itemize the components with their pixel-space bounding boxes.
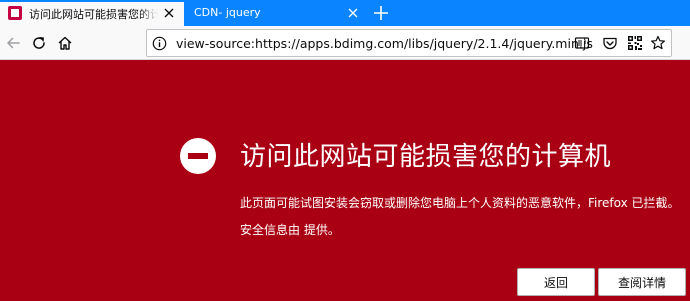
tab-strip: 访问此网站可能损害您的计算机 CDN- jquery <box>0 0 690 26</box>
tab-title: CDN- jquery <box>194 6 261 19</box>
new-tab-icon[interactable] <box>370 2 392 24</box>
qr-code-icon[interactable] <box>627 35 643 51</box>
stop-icon <box>180 138 216 174</box>
url-text[interactable]: view-source:https://apps.bdimg.com/libs/… <box>176 36 593 51</box>
go-back-button[interactable]: 返回 <box>517 268 595 296</box>
tab-title: 访问此网站可能损害您的计算机 <box>29 8 158 21</box>
tab-cdn-jquery[interactable]: CDN- jquery <box>184 0 368 26</box>
error-title: 访问此网站可能损害您的计算机 <box>240 142 612 172</box>
navigation-toolbar: view-source:https://apps.bdimg.com/libs/… <box>0 26 690 60</box>
info-icon[interactable] <box>152 36 167 51</box>
close-icon[interactable] <box>162 6 176 20</box>
see-details-button[interactable]: 查阅详情 <box>598 268 686 296</box>
close-icon[interactable] <box>346 6 360 20</box>
back-icon[interactable] <box>4 34 22 52</box>
pocket-icon[interactable] <box>602 35 618 51</box>
error-description: 此页面可能试图安装会窃取或删除您电脑上个人资料的恶意软件，Firefox 已拦截… <box>240 196 680 210</box>
tab-deceptive-site[interactable]: 访问此网站可能损害您的计算机 <box>0 0 184 26</box>
address-bar[interactable]: view-source:https://apps.bdimg.com/libs/… <box>146 29 672 57</box>
tab-favicon <box>8 6 22 20</box>
home-icon[interactable] <box>56 34 74 52</box>
bookmark-star-icon[interactable] <box>650 35 666 51</box>
reload-icon[interactable] <box>30 34 48 52</box>
safe-browsing-info: 安全信息由 提供。 <box>240 223 340 237</box>
reader-icon[interactable] <box>574 35 590 51</box>
